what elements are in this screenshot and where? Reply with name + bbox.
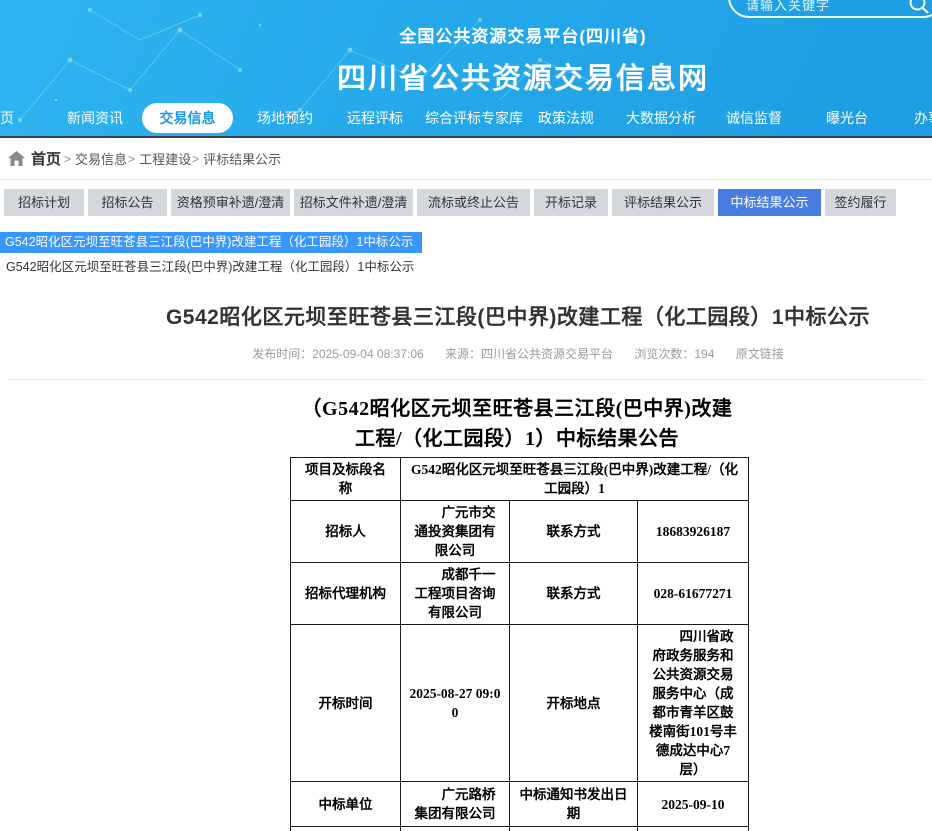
tab-prequal-amend[interactable]: 资格预审补遗/澄清 — [171, 189, 290, 216]
page-title: G542昭化区元坝至旺苍县三江段(巴中界)改建工程（化工园段）1中标公示 — [0, 301, 932, 331]
cell-notice-date-value: 2025-09-10 — [638, 782, 749, 827]
site-title: 四川省公共资源交易信息网 — [337, 55, 709, 97]
site-header: 请输入关键字 全国公共资源交易平台(四川省) 四川省公共资源交易信息网 首页 新… — [0, 0, 932, 138]
cell-tenderer-value: 广元市交通投资集团有限公司 — [401, 501, 510, 563]
tab-contract[interactable]: 签约履行 — [825, 189, 896, 216]
search-input[interactable]: 请输入关键字 — [746, 0, 830, 14]
cell-opentime-label: 开标时间 — [291, 625, 401, 782]
nav-item-bigdata[interactable]: 大数据分析 — [626, 98, 696, 138]
site-titles: 全国公共资源交易平台(四川省) 四川省公共资源交易信息网 — [337, 22, 709, 97]
nav-item-news[interactable]: 新闻资讯 — [67, 98, 123, 138]
home-icon — [8, 151, 25, 167]
document-title: （G542昭化区元坝至旺苍县三江段(巴中界)改建工程/（化工园段）1）中标结果公… — [297, 394, 737, 454]
list-item-selected[interactable]: G542昭化区元坝至旺苍县三江段(巴中界)改建工程（化工园段）1中标公示 — [0, 232, 422, 253]
tab-eval-result[interactable]: 评标结果公示 — [612, 189, 714, 216]
cell-agency-value: 成都千一工程项目咨询有限公司 — [401, 563, 510, 625]
main-nav: 首页 新闻资讯 交易信息 场地预约 远程评标 综合评标专家库 政策法规 大数据分… — [0, 98, 932, 138]
category-tabs: 招标计划 招标公告 资格预审补遗/澄清 招标文件补遗/澄清 流标或终止公告 开标… — [0, 180, 932, 216]
cell-project-label: 项目及标段名称 — [291, 458, 401, 501]
origin-link[interactable]: 原文链接 — [736, 347, 784, 361]
nav-item-policy[interactable]: 政策法规 — [538, 98, 594, 138]
cell-contact2-label: 联系方式 — [510, 563, 638, 625]
document-body: （G542昭化区元坝至旺苍县三江段(巴中界)改建工程/（化工园段）1）中标结果公… — [0, 394, 932, 831]
table-row: 招标人 广元市交通投资集团有限公司 联系方式 18683926187 — [291, 501, 749, 563]
tab-failed-notice[interactable]: 流标或终止公告 — [417, 189, 530, 216]
cell-winner-value: 广元路桥集团有限公司 — [401, 782, 510, 827]
nav-item-venue[interactable]: 场地预约 — [257, 98, 313, 138]
table-row: 中标单位 广元路桥集团有限公司 中标通知书发出日期 2025-09-10 — [291, 782, 749, 827]
search-box[interactable]: 请输入关键字 — [728, 0, 932, 18]
source: 来源：四川省公共资源交易平台 — [445, 347, 613, 361]
table-row: 项目及标段名称 G542昭化区元坝至旺苍县三江段(巴中界)改建工程/（化工园段）… — [291, 458, 749, 501]
cell-project-name: G542昭化区元坝至旺苍县三江段(巴中界)改建工程/（化工园段）1 — [401, 458, 749, 501]
tab-bid-notice[interactable]: 招标公告 — [88, 189, 167, 216]
award-result-table: 项目及标段名称 G542昭化区元坝至旺苍县三江段(巴中界)改建工程/（化工园段）… — [290, 457, 749, 831]
cell-contact-label: 联系方式 — [510, 501, 638, 563]
nav-item-service[interactable]: 办事 — [914, 98, 932, 138]
list-item[interactable]: G542昭化区元坝至旺苍县三江段(巴中界)改建工程（化工园段）1中标公示 — [0, 260, 932, 275]
nav-item-exposure[interactable]: 曝光台 — [826, 98, 868, 138]
table-row: 开标时间 2025-08-27 09:00 开标地点 四川省政府政务服务和公共资… — [291, 625, 749, 782]
publish-time: 发布时间：2025-09-04 08:37:06 — [252, 347, 423, 361]
divider — [8, 379, 924, 380]
cell-winner-label: 中标单位 — [291, 782, 401, 827]
breadcrumb: 首页 > 交易信息 > 工程建设 > 评标结果公示 — [0, 138, 932, 180]
breadcrumb-separator: > — [128, 152, 135, 166]
result-list: G542昭化区元坝至旺苍县三江段(巴中界)改建工程（化工园段）1中标公示 G54… — [0, 216, 932, 275]
cell-control-price-label: 招标控制价（元） — [291, 827, 401, 831]
site-subtitle: 全国公共资源交易平台(四川省) — [337, 22, 709, 47]
search-icon[interactable] — [908, 0, 930, 15]
cell-notice-date-label: 中标通知书发出日期 — [510, 782, 638, 827]
cell-openplace-value: 四川省政府政务服务和公共资源交易服务中心（成都市青羊区鼓楼南街101号丰德成达中… — [638, 625, 749, 782]
cell-contact-value: 18683926187 — [638, 501, 749, 563]
breadcrumb-separator: > — [64, 152, 71, 166]
nav-item-trade-info[interactable]: 交易信息 — [142, 103, 233, 133]
view-count: 浏览次数：194 — [634, 347, 714, 361]
cell-award-amount-value: 27392774.56元 — [638, 827, 749, 831]
breadcrumb-engineering[interactable]: 工程建设 — [139, 149, 191, 168]
cell-tenderer-label: 招标人 — [291, 501, 401, 563]
tab-open-record[interactable]: 开标记录 — [534, 189, 608, 216]
cell-opentime-value: 2025-08-27 09:00 — [401, 625, 510, 782]
cell-award-amount-label: 中标金额（元） — [510, 827, 638, 831]
breadcrumb-eval-result[interactable]: 评标结果公示 — [203, 149, 281, 168]
tab-award-result[interactable]: 中标结果公示 — [718, 189, 821, 216]
breadcrumb-separator: > — [192, 152, 199, 166]
article-meta: 发布时间：2025-09-04 08:37:06 来源：四川省公共资源交易平台 … — [0, 345, 932, 362]
tab-bid-plan[interactable]: 招标计划 — [4, 189, 84, 216]
cell-control-price-value: 2.8423758E7 — [401, 827, 510, 831]
table-row: 招标控制价（元） 2.8423758E7 中标金额（元） 27392774.56… — [291, 827, 749, 831]
cell-contact2-value: 028-61677271 — [638, 563, 749, 625]
nav-item-expert-db[interactable]: 综合评标专家库 — [425, 98, 523, 138]
cell-agency-label: 招标代理机构 — [291, 563, 401, 625]
breadcrumb-trade-info[interactable]: 交易信息 — [75, 149, 127, 168]
nav-item-remote-eval[interactable]: 远程评标 — [347, 98, 403, 138]
tab-doc-amend[interactable]: 招标文件补遗/澄清 — [294, 189, 413, 216]
nav-item-home[interactable]: 首页 — [0, 98, 14, 138]
table-row: 招标代理机构 成都千一工程项目咨询有限公司 联系方式 028-61677271 — [291, 563, 749, 625]
cell-openplace-label: 开标地点 — [510, 625, 638, 782]
breadcrumb-home[interactable]: 首页 — [31, 148, 61, 169]
nav-item-integrity[interactable]: 诚信监督 — [726, 98, 782, 138]
article: G542昭化区元坝至旺苍县三江段(巴中界)改建工程（化工园段）1中标公示 发布时… — [0, 301, 932, 831]
